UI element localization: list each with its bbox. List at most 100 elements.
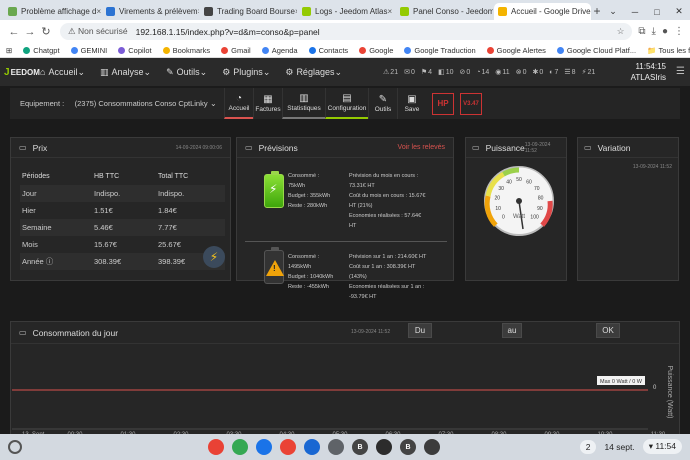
annee-prevision-block: Prévision sur 1 an : 214.60€ HT Coût sur … <box>349 252 449 302</box>
taskbar-app-icon[interactable] <box>376 439 392 455</box>
bookmark-item[interactable]: Google <box>359 46 393 55</box>
bookmark-item[interactable]: Gmail <box>221 46 251 55</box>
hamburger-icon[interactable]: ☰ <box>676 66 685 77</box>
statistiques-button[interactable]: ▥ Statistiques <box>282 88 325 119</box>
taskbar-app-icon[interactable] <box>280 439 296 455</box>
browser-tab[interactable]: Accueil - Google Drive× <box>494 3 591 20</box>
status-indicator[interactable]: ✉ 0 <box>404 68 415 77</box>
close-tab-icon[interactable]: × <box>198 7 199 16</box>
omnibox[interactable]: ⚠ Non sécurisé 192.168.1.15/index.php?v=… <box>60 23 633 40</box>
taskbar-apps: BB <box>208 439 440 455</box>
close-tab-icon[interactable]: × <box>387 7 392 16</box>
minimize-button[interactable]: ─ <box>624 7 646 17</box>
outils-button[interactable]: ✎ Outils <box>368 88 397 119</box>
tab-title: Panel Conso - Jeedom <box>413 7 493 16</box>
taskbar-app-icon[interactable] <box>328 439 344 455</box>
menu-icon: ▥ <box>100 66 109 77</box>
menu-reglages[interactable]: ⚙ Réglages ⌄ <box>285 67 345 78</box>
accueil-button[interactable]: ◔ Accueil <box>224 88 253 119</box>
browser-tab[interactable]: Virements & prélèvem× <box>102 3 199 20</box>
menu-analyse[interactable]: ▥ Analyse ⌄ <box>100 67 154 78</box>
status-indicator[interactable]: ◐ 7 <box>549 68 558 76</box>
chevron-down-icon[interactable]: ⌄ <box>210 99 224 108</box>
bookmark-item[interactable]: Google Traduction <box>404 46 476 55</box>
chevron-down-icon: ⌄ <box>199 66 208 77</box>
info-icon[interactable]: ⓘ <box>44 257 54 266</box>
browser-tab[interactable]: Trading Board Bourse× <box>200 3 297 20</box>
all-bookmarks-link[interactable]: 📁 Tous les favoris <box>647 46 690 55</box>
bookmark-label: Contacts <box>318 45 349 55</box>
prix-cell: Hier <box>22 206 36 215</box>
equipement-selector[interactable]: Equipement : (2375) Consommations Conso … <box>10 99 210 108</box>
bookmark-item[interactable]: Agenda <box>261 46 298 55</box>
bookmark-item[interactable]: Chatgpt <box>23 46 60 55</box>
taskbar-app-icon[interactable]: B <box>400 439 416 455</box>
save-button[interactable]: ▣ Save <box>397 88 426 119</box>
status-indicator[interactable]: ⊘ 0 <box>459 68 470 77</box>
bolt-icon[interactable]: ⚡ <box>203 246 225 268</box>
gauge-unit: Watt <box>513 214 525 220</box>
legend-text: Max 0 Watt / 0 W <box>600 379 643 385</box>
voir-releves-link[interactable]: Voir les relevés <box>398 144 445 151</box>
status-indicator[interactable]: ⚠ 21 <box>383 68 398 77</box>
profile-icon[interactable]: ● <box>662 26 668 37</box>
tab-search-icon[interactable]: ⌄ <box>602 6 624 17</box>
bookmark-item[interactable]: Google Alertes <box>486 46 546 55</box>
status-indicator[interactable]: ☰ 8 <box>564 68 575 77</box>
version-badge[interactable]: V3.47 <box>460 92 482 115</box>
status-indicator[interactable]: ◉ 11 <box>495 68 509 77</box>
maximize-button[interactable]: □ <box>646 7 668 17</box>
menu-plugins[interactable]: ⚙ Plugins ⌄ <box>222 67 273 78</box>
reload-icon[interactable]: ↻ <box>38 25 54 38</box>
back-icon[interactable]: ← <box>6 26 22 38</box>
menu-icon[interactable]: ⋮ <box>674 26 684 37</box>
browser-tab[interactable]: Panel Conso - Jeedom× <box>396 3 493 20</box>
browser-tab[interactable]: Problème affichage d × <box>4 3 101 20</box>
status-indicator[interactable]: ✱ 0 <box>532 68 543 77</box>
favicon-icon <box>106 7 115 16</box>
taskbar-notif-count[interactable]: 2 <box>579 439 597 454</box>
taskbar-date[interactable]: 14 sept. <box>604 442 634 452</box>
bookmark-item[interactable]: Bookmarks <box>162 46 210 55</box>
security-indicator[interactable]: ⚠ Non sécurisé <box>68 26 128 37</box>
status-indicator[interactable]: ◧ 10 <box>438 68 453 77</box>
close-tab-icon[interactable]: × <box>295 7 297 16</box>
bookmark-item[interactable]: Google Cloud Platf... <box>556 46 636 55</box>
extensions-icon[interactable]: ⧉ <box>638 26 645 37</box>
status-indicator[interactable]: ⚡ 21 <box>582 68 596 77</box>
taskbar-app-icon[interactable] <box>304 439 320 455</box>
bookmark-item[interactable]: Copilot <box>118 46 152 55</box>
status-indicator[interactable]: ⚑ 4 <box>421 68 432 77</box>
du-button[interactable]: Du <box>408 323 432 338</box>
taskbar-app-icon[interactable] <box>256 439 272 455</box>
forward-icon[interactable]: → <box>22 26 38 38</box>
taskbar-app-icon[interactable] <box>208 439 224 455</box>
taskbar-app-icon[interactable] <box>232 439 248 455</box>
close-window-button[interactable]: ✕ <box>668 6 690 17</box>
taskbar-app-icon[interactable]: B <box>352 439 368 455</box>
prix-cell: Jour <box>22 189 37 198</box>
menu-outils[interactable]: ✎ Outils ⌄ <box>166 67 210 78</box>
configuration-button[interactable]: ▤ Configuration <box>325 88 368 119</box>
download-icon[interactable]: ⤓ <box>652 26 656 37</box>
menu-accueil[interactable]: ⌂ Accueil ⌄ <box>40 67 88 78</box>
star-icon[interactable]: ☆ <box>617 26 625 37</box>
close-tab-icon[interactable]: × <box>96 7 101 16</box>
apps-icon[interactable]: ⊞ <box>6 46 12 55</box>
url-text[interactable]: 192.168.1.15/index.php?v=d&m=conso&p=pan… <box>136 27 320 37</box>
new-tab-button[interactable]: + <box>592 3 602 20</box>
status-indicator[interactable]: ⊗ 0 <box>516 68 527 77</box>
ok-button[interactable]: OK <box>596 323 620 338</box>
taskbar-clock[interactable]: ▾ 11:54 <box>642 439 682 454</box>
status-icon: ☰ <box>564 69 571 76</box>
launcher-icon[interactable] <box>8 440 22 454</box>
jeedom-logo[interactable]: J EEDOM <box>0 58 40 86</box>
taskbar-app-icon[interactable] <box>424 439 440 455</box>
hp-badge[interactable]: HP <box>432 92 454 115</box>
status-indicator[interactable]: ◔ 14 <box>476 68 489 76</box>
au-button[interactable]: au <box>502 323 522 338</box>
bookmark-item[interactable]: Contacts <box>308 45 349 55</box>
bookmark-item[interactable]: GEMINI <box>70 46 107 55</box>
factures-button[interactable]: ▦ Factures <box>253 88 282 119</box>
browser-tab[interactable]: Logs - Jeedom Atlas × <box>298 3 395 20</box>
